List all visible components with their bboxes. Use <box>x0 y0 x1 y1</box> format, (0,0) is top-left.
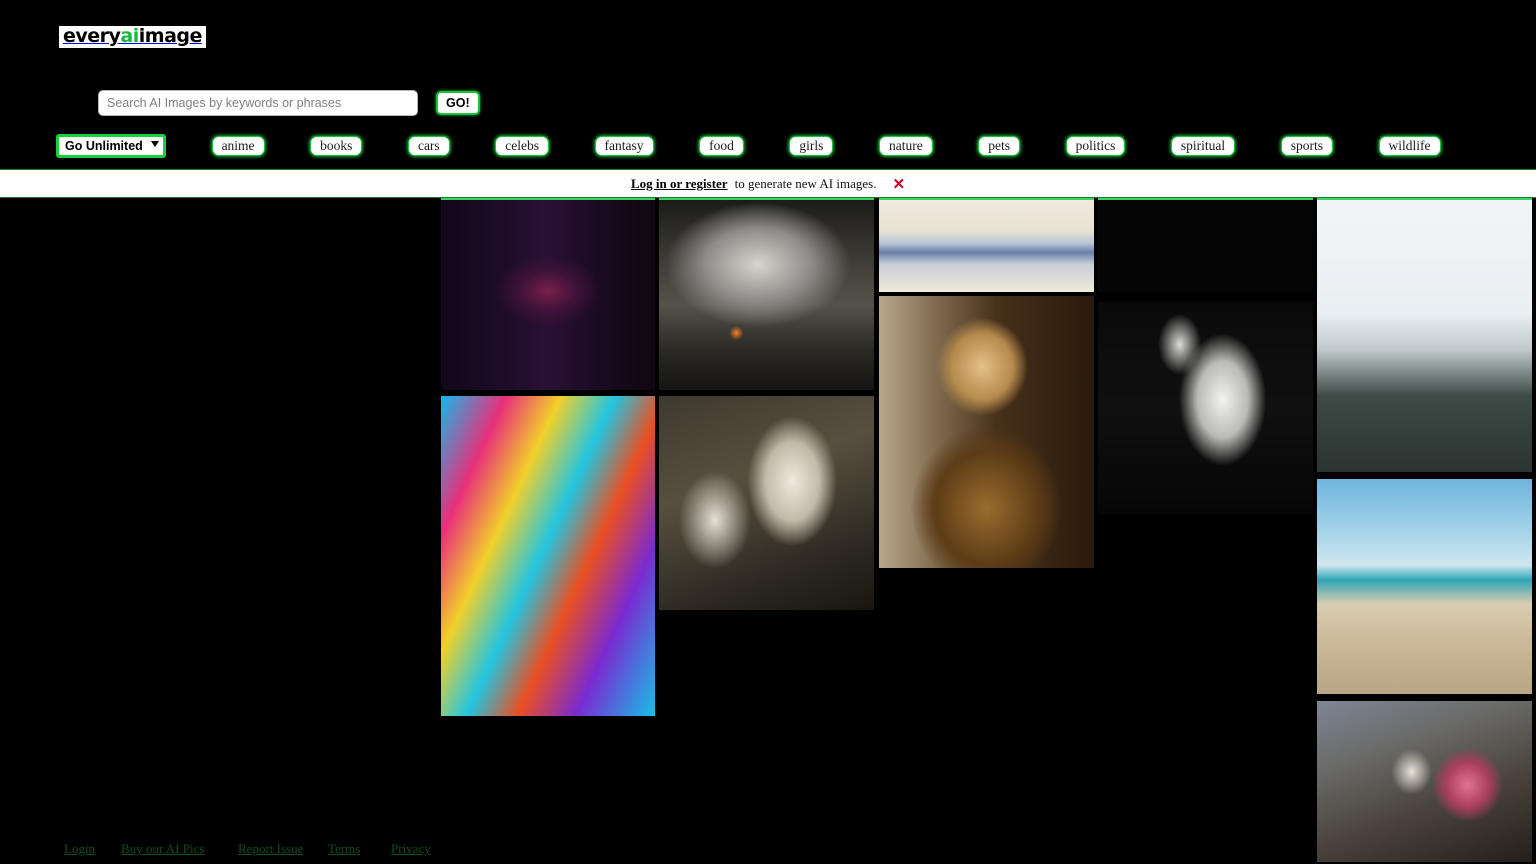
category-sports[interactable]: sports <box>1280 136 1333 156</box>
gallery-image <box>879 200 1094 292</box>
category-books[interactable]: books <box>310 136 363 156</box>
gallery-tile-french-bulldog-on-beach[interactable] <box>1317 479 1532 694</box>
gallery-image <box>659 200 874 390</box>
thumbnail-pink-teal-aurora-sky[interactable] <box>222 783 435 829</box>
search-input[interactable] <box>98 90 418 116</box>
footer: Login Buy our AI Pics Report Issue Terms… <box>0 838 1536 864</box>
go-unlimited-select-wrap[interactable]: Go Unlimited! <box>56 134 166 158</box>
category-spiritual[interactable]: spiritual <box>1170 136 1236 156</box>
gallery-image <box>1098 200 1313 292</box>
footer-link-privacy[interactable]: Privacy <box>391 841 431 857</box>
gallery-tile-cyberpunk-neon-hand-eye-city[interactable] <box>441 198 655 390</box>
gallery-tile-white-goat-head-portrait[interactable] <box>1098 302 1313 514</box>
category-girls[interactable]: girls <box>789 136 834 156</box>
gallery-image <box>441 200 655 390</box>
notice-message: to generate new AI images. <box>734 175 877 191</box>
gallery-tile-anime-girl-short-dark-hair[interactable] <box>1317 198 1532 472</box>
category-wildlife[interactable]: wildlife <box>1378 136 1441 156</box>
search-go-button[interactable]: GO! <box>436 91 480 115</box>
category-food[interactable]: food <box>699 136 744 156</box>
gallery-tile-cheetah-warrior-portrait[interactable] <box>879 296 1094 568</box>
category-pets[interactable]: pets <box>978 136 1021 156</box>
footer-link-buy-our-ai-pics[interactable]: Buy our AI Pics <box>121 841 204 857</box>
gallery-image <box>441 396 655 716</box>
thumbnail-cyberpunk-lightning-street[interactable] <box>0 783 215 829</box>
gallery-tile-neon-graffiti-art-gallery[interactable] <box>441 396 655 716</box>
close-icon[interactable]: ✕ <box>892 175 905 193</box>
logo-suffix: image <box>138 25 203 47</box>
site-logo[interactable]: everyaiimage <box>57 24 208 50</box>
gallery-tile-watercolor-chinese-water-village[interactable] <box>879 198 1094 292</box>
category-politics[interactable]: politics <box>1065 136 1126 156</box>
logo-accent: ai <box>120 25 139 47</box>
gallery-tile-white-horse-rider-with-spear[interactable] <box>659 396 874 610</box>
category-celebs[interactable]: celebs <box>495 136 549 156</box>
login-notice-bar: Log in or register to generate new AI im… <box>0 169 1536 198</box>
category-cars[interactable]: cars <box>407 136 450 156</box>
site-logo-text: everyaiimage <box>63 25 202 47</box>
footer-link-login[interactable]: Login <box>64 841 95 857</box>
gallery-image <box>879 296 1094 568</box>
login-or-register-link[interactable]: Log in or register <box>631 176 728 192</box>
gallery-image <box>1317 200 1532 472</box>
footer-link-terms[interactable]: Terms <box>328 841 360 857</box>
gallery-image <box>659 396 874 610</box>
category-nav: Go Unlimited! anime books cars celebs fa… <box>56 134 1486 158</box>
category-anime[interactable]: anime <box>211 136 265 156</box>
footer-link-report-issue[interactable]: Report Issue <box>238 841 303 857</box>
gallery-image <box>1098 302 1313 514</box>
gallery-tile-apocalyptic-cave-survivors[interactable] <box>659 198 874 390</box>
gallery-image <box>1317 479 1532 694</box>
search-bar: GO! <box>98 90 480 116</box>
logo-prefix: every <box>63 25 121 47</box>
page-root: everyaiimage GO! Go Unlimited! anime boo… <box>0 0 1536 864</box>
category-nature[interactable]: nature <box>878 136 933 156</box>
image-gallery <box>0 198 1536 862</box>
go-unlimited-select[interactable]: Go Unlimited! <box>56 134 166 158</box>
gallery-tile-golden-explosion-sparks[interactable] <box>1098 198 1313 292</box>
category-fantasy[interactable]: fantasy <box>594 136 654 156</box>
